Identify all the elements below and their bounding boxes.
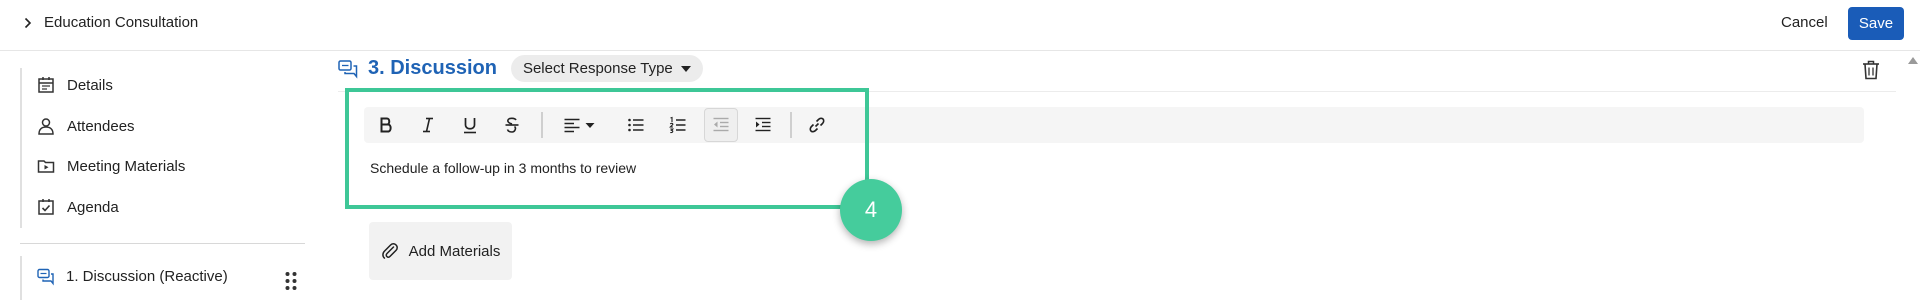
- chevron-right-icon: [24, 17, 32, 28]
- section-header: 3. Discussion Select Response Type: [338, 55, 703, 82]
- indent-icon: [755, 117, 771, 132]
- sidebar: Details Attendees Meeting Materials Agen…: [0, 51, 310, 300]
- outdent-button[interactable]: [704, 108, 738, 142]
- strikethrough-button[interactable]: [496, 107, 528, 143]
- sidebar-rail: [20, 68, 22, 228]
- drag-handle-icon[interactable]: [284, 271, 298, 291]
- underline-button[interactable]: [454, 107, 486, 143]
- sidebar-item-meeting-materials[interactable]: Meeting Materials: [37, 157, 185, 175]
- step-badge: 4: [840, 179, 902, 241]
- scrollbar[interactable]: [1902, 51, 1920, 298]
- breadcrumb-label: Education Consultation: [44, 14, 199, 31]
- paperclip-icon: [381, 243, 398, 259]
- top-bar: Education Consultation Cancel Save: [0, 0, 1920, 51]
- bold-button[interactable]: [370, 107, 402, 143]
- editor-toolbar: [364, 107, 1864, 143]
- sidebar-item-attendees[interactable]: Attendees: [37, 117, 135, 135]
- numbered-list-button[interactable]: [662, 107, 694, 143]
- sidebar-item-label: Attendees: [67, 117, 135, 135]
- agenda-item-discussion[interactable]: 1. Discussion (Reactive): [20, 256, 305, 300]
- trash-icon[interactable]: [1862, 60, 1880, 80]
- calendar-icon: [38, 77, 54, 93]
- italic-icon: [423, 117, 433, 133]
- align-dropdown[interactable]: [555, 107, 603, 143]
- link-icon: [809, 117, 825, 133]
- folder-play-icon: [37, 160, 55, 173]
- section-title: 3. Discussion: [368, 57, 497, 79]
- italic-button[interactable]: [412, 107, 444, 143]
- chat-icon: [37, 268, 54, 286]
- add-materials-label: Add Materials: [408, 242, 501, 260]
- bullet-list-icon: [628, 118, 644, 132]
- align-left-icon: [564, 118, 580, 133]
- bullet-list-button[interactable]: [620, 107, 652, 143]
- strikethrough-icon: [505, 117, 519, 133]
- response-type-label: Select Response Type: [522, 60, 673, 77]
- link-button[interactable]: [801, 107, 833, 143]
- bold-icon: [380, 117, 392, 133]
- save-button[interactable]: Save: [1848, 7, 1904, 40]
- response-type-dropdown[interactable]: Select Response Type: [510, 55, 703, 82]
- editor-content[interactable]: Schedule a follow-up in 3 months to revi…: [370, 160, 636, 176]
- sidebar-item-details[interactable]: Details: [37, 76, 113, 94]
- sidebar-item-label: Meeting Materials: [67, 157, 186, 175]
- person-icon: [38, 118, 54, 135]
- toolbar-separator: [541, 112, 543, 138]
- section-divider: [338, 91, 1896, 92]
- sidebar-divider: [20, 243, 305, 244]
- chat-icon: [338, 59, 358, 79]
- agenda-item-label: 1. Discussion (Reactive): [66, 268, 228, 285]
- add-materials-button[interactable]: Add Materials: [369, 222, 512, 280]
- caret-down-icon: [585, 123, 595, 128]
- underline-icon: [464, 118, 476, 134]
- scroll-up-arrow-icon[interactable]: [1908, 57, 1918, 64]
- sidebar-item-agenda[interactable]: Agenda: [37, 198, 119, 216]
- sidebar-item-label: Agenda: [67, 198, 119, 216]
- numbered-list-icon: [669, 116, 686, 134]
- breadcrumb[interactable]: Education Consultation: [22, 14, 198, 31]
- indent-button[interactable]: [747, 107, 779, 143]
- caret-down-icon: [680, 65, 691, 72]
- calendar-check-icon: [38, 199, 54, 215]
- cancel-button[interactable]: Cancel: [1775, 12, 1834, 33]
- sidebar-item-label: Details: [67, 76, 113, 94]
- outdent-icon: [713, 117, 729, 132]
- toolbar-separator: [790, 112, 792, 138]
